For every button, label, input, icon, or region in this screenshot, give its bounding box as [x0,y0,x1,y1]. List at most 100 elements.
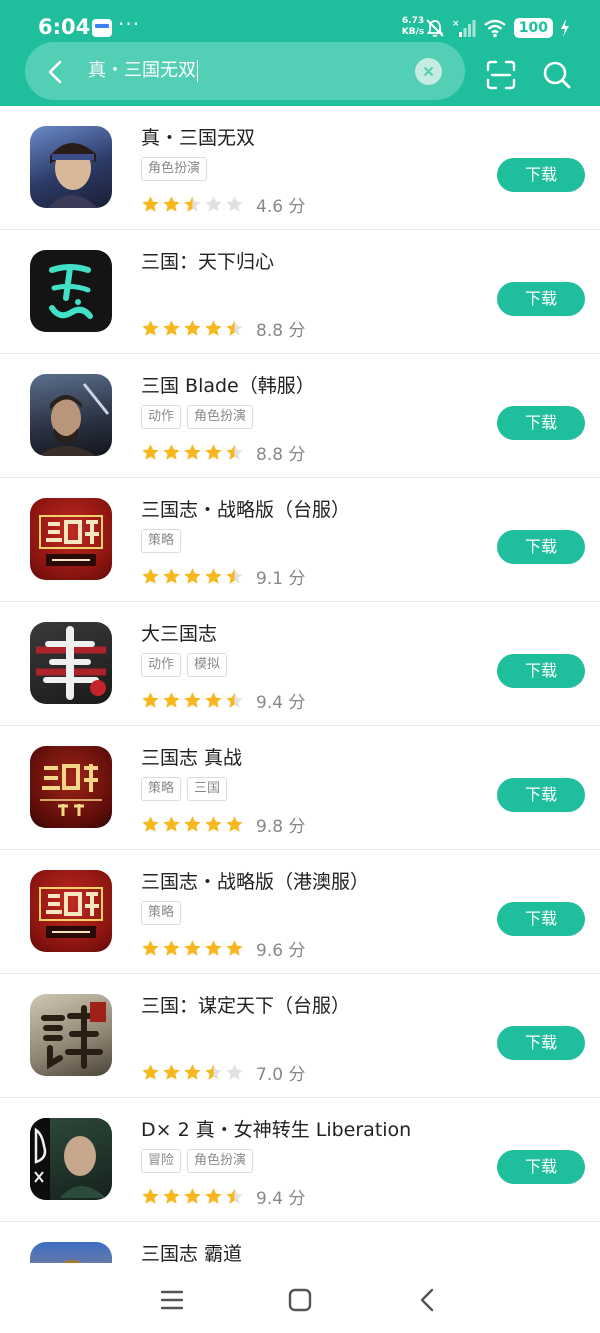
app-list-item[interactable]: 三国志・战略版（台服） 策略 9.1 分 下载 [0,478,600,602]
download-button[interactable]: 下载 [497,1026,585,1060]
app-tags: 角色扮演 [141,157,208,181]
app-score: 9.8 分 [256,817,306,837]
download-button[interactable]: 下载 [497,1150,585,1184]
star-rating [141,1063,244,1082]
app-icon-dx2-liberation[interactable] [30,1118,112,1200]
app-icon-sgz-strategy-hk[interactable] [30,870,112,952]
star-filled-icon [163,568,180,584]
calligraphy-logo-icon [39,887,103,938]
notification-app-icon [92,19,112,37]
star-filled-icon [205,692,222,708]
star-half-icon [226,444,243,460]
network-speed-unit: KB/s [401,27,425,37]
download-button[interactable]: 下载 [497,778,585,812]
star-half-icon [226,320,243,336]
app-list-item[interactable]: 三国：天下归心 8.8 分 下载 [0,230,600,354]
download-button[interactable]: 下载 [497,654,585,688]
search-query: 真・三国无双 [88,60,196,81]
app-list-item[interactable]: 三国志 真战 策略 三国 9.8 分 下载 [0,726,600,850]
search-results-list[interactable]: 真・三国无双 角色扮演 4.6 分 下载 三国：天下归心 8.8 分 下载 三国… [0,106,600,1263]
star-filled-icon [184,1064,201,1080]
system-navigation-bar [0,1263,600,1333]
star-rating [141,443,244,462]
app-name[interactable]: 大三国志 [141,619,217,646]
app-icon-sgz-badao[interactable] [30,1242,112,1263]
app-rating: 7.0 分 [141,1060,305,1085]
app-rating: 4.6 分 [141,192,305,217]
app-name[interactable]: 真・三国无双 [141,123,255,150]
star-filled-icon [142,568,159,584]
download-button[interactable]: 下载 [497,158,585,192]
star-rating [141,691,244,710]
star-filled-icon [205,1188,222,1204]
download-button[interactable]: 下载 [497,282,585,316]
star-rating [141,1187,244,1206]
home-icon[interactable] [285,1285,315,1315]
calligraphy-logo-icon [40,764,102,816]
download-button[interactable]: 下载 [497,406,585,440]
app-tag: 策略 [141,777,182,801]
star-filled-icon [142,692,159,708]
mute-bell-icon [426,19,444,37]
calligraphy-logo-icon [36,626,106,700]
download-button[interactable]: 下载 [497,530,585,564]
menu-icon[interactable] [157,1285,187,1315]
close-icon[interactable] [415,58,442,85]
app-list-item[interactable]: 三国志 霸道 [0,1222,600,1263]
app-name[interactable]: 三国志・战略版（台服） [141,495,350,522]
star-filled-icon [184,940,201,956]
star-filled-icon [184,692,201,708]
star-filled-icon [142,196,159,212]
app-icon-sgz-zhenzhan[interactable] [30,746,112,828]
cellular-signal-icon: × [452,19,476,37]
app-name[interactable]: D× 2 真・女神转生 Liberation [141,1115,411,1142]
star-filled-icon [226,816,243,832]
back-nav-icon[interactable] [413,1285,443,1315]
app-list-item[interactable]: 三国：谋定天下（台服） 7.0 分 下载 [0,974,600,1098]
app-name[interactable]: 三国：天下归心 [141,247,274,274]
app-list-item[interactable]: 真・三国无双 角色扮演 4.6 分 下载 [0,106,600,230]
more-notifications-icon: ··· [118,12,141,36]
app-score: 7.0 分 [256,1065,306,1085]
app-list-item[interactable]: 三国 Blade（韩服） 动作 角色扮演 8.8 分 下载 [0,354,600,478]
app-icon-sgz-strategy-tw[interactable] [30,498,112,580]
star-filled-icon [142,1064,159,1080]
star-filled-icon [184,444,201,460]
app-list-item[interactable]: 三国志・战略版（港澳服） 策略 9.6 分 下载 [0,850,600,974]
search-input[interactable]: 真・三国无双 [88,55,408,87]
app-tag: 三国 [187,777,228,801]
star-filled-icon [163,320,180,336]
scan-icon[interactable] [484,58,518,92]
star-filled-icon [184,320,201,336]
app-icon-tianxia-guixin[interactable] [30,250,112,332]
app-tags: 动作 模拟 [141,653,228,677]
calligraphy-logo-icon [49,264,93,319]
app-icon-mouding-tianxia[interactable] [30,994,112,1076]
app-name[interactable]: 三国 Blade（韩服） [141,371,315,398]
search-icon[interactable] [540,58,574,92]
app-icon-dynasty-warriors[interactable] [30,126,112,208]
app-list-item[interactable]: 大三国志 动作 模拟 9.4 分 下载 [0,602,600,726]
wifi-icon [484,19,506,38]
app-icon-da-sanguozhi[interactable] [30,622,112,704]
download-button[interactable]: 下载 [497,902,585,936]
star-filled-icon [205,816,222,832]
app-name[interactable]: 三国志 霸道 [141,1239,242,1263]
app-icon-sanguo-blade[interactable] [30,374,112,456]
star-half-icon [184,196,201,212]
top-header: 6:04 ··· 6.73 KB/s × 100 真・三国无双 [0,0,600,106]
app-score: 4.6 分 [256,197,306,217]
app-rating: 9.8 分 [141,812,305,837]
text-caret [197,60,198,82]
back-icon[interactable] [40,56,72,88]
star-empty-icon [226,196,243,212]
star-rating [141,567,244,586]
app-name[interactable]: 三国志 真战 [141,743,242,770]
calligraphy-logo-icon [41,1002,106,1070]
warrior-portrait-icon [62,1260,82,1263]
app-list-item[interactable]: D× 2 真・女神转生 Liberation 冒险 角色扮演 9.4 分 下载 [0,1098,600,1222]
star-filled-icon [163,692,180,708]
app-name[interactable]: 三国志・战略版（港澳服） [141,867,369,894]
app-score: 8.8 分 [256,445,306,465]
app-name[interactable]: 三国：谋定天下（台服） [141,991,350,1018]
